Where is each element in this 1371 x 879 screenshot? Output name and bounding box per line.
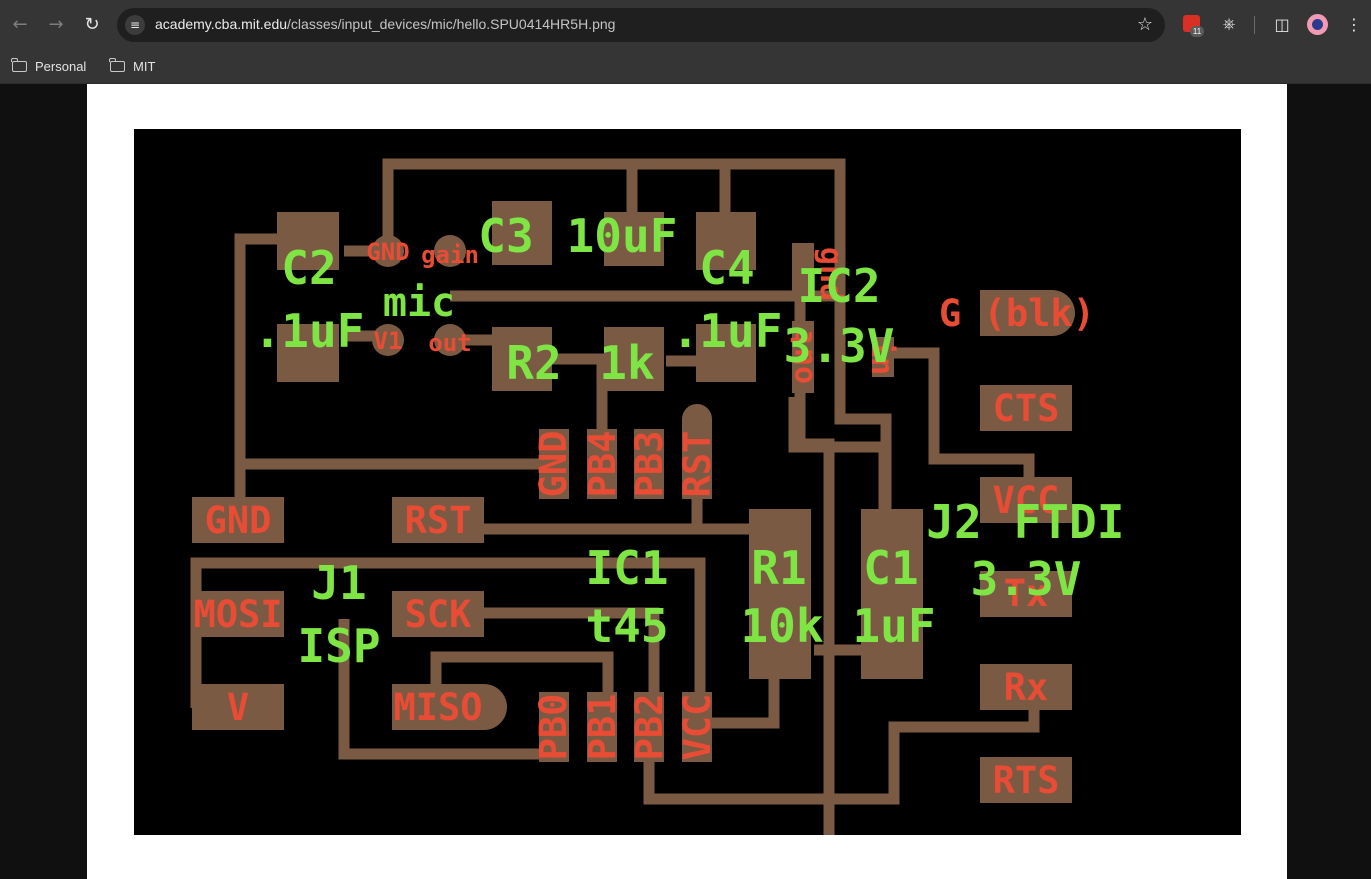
label-r2: R2 [506, 336, 561, 390]
bookmark-label: MIT [133, 58, 156, 74]
pcb-image: GND RST MOSI SCK V MISO CTS VCC Tx Rx RT… [134, 129, 1241, 835]
extensions-puzzle-icon[interactable]: ⎈ [1218, 13, 1240, 35]
bookmark-personal[interactable]: Personal [11, 55, 87, 77]
label-j2-value: FTDI [1014, 495, 1125, 549]
label-c1: C1 [863, 541, 918, 595]
label-mic: mic [383, 280, 455, 326]
label-c2: C2 [281, 241, 336, 295]
url-text[interactable]: academy.cba.mit.edu/classes/input_device… [155, 16, 615, 32]
site-info-icon[interactable]: ≡ [125, 15, 145, 35]
forward-arrow-icon[interactable]: → [44, 12, 68, 36]
label-gnd: GND [205, 499, 272, 542]
label-ic1-gnd: GND [532, 431, 575, 498]
profile-avatar-icon[interactable] [1307, 14, 1328, 35]
toolbar-divider [1254, 16, 1255, 34]
page-viewport: GND RST MOSI SCK V MISO CTS VCC Tx Rx RT… [0, 84, 1371, 879]
label-j1-value: ISP [297, 619, 380, 673]
label-r2-value: 1k [599, 336, 654, 390]
folder-icon [109, 57, 125, 72]
reload-icon[interactable]: ↻ [80, 12, 104, 36]
label-mic-out: out [428, 329, 471, 357]
label-miso: MISO [393, 686, 482, 729]
label-j1: J1 [311, 556, 366, 610]
label-ic1-value: t45 [585, 599, 668, 653]
label-c3: C3 [478, 209, 533, 263]
label-r1-value: 10k [740, 599, 823, 653]
label-ic1-vcc: VCC [676, 694, 719, 761]
url-path: /classes/input_devices/mic/hello.SPU0414… [287, 16, 616, 32]
pcb-layout: GND RST MOSI SCK V MISO CTS VCC Tx Rx RT… [190, 158, 1125, 835]
image-page: GND RST MOSI SCK V MISO CTS VCC Tx Rx RT… [87, 84, 1287, 879]
label-r1: R1 [751, 541, 806, 595]
url-host: academy.cba.mit.edu [155, 16, 288, 32]
label-rx: Rx [1004, 666, 1049, 709]
bookmark-mit[interactable]: MIT [109, 55, 156, 77]
label-c2-value: .1uF [254, 304, 365, 358]
side-panel-icon[interactable]: ◫ [1271, 13, 1293, 35]
label-ic1-rst: RST [676, 431, 719, 498]
label-g-blk: G (blk) [939, 292, 1095, 335]
label-mic-v1: V1 [374, 327, 403, 355]
label-ic2: IC2 [797, 259, 880, 313]
label-ic1-pb0: PB0 [532, 694, 575, 761]
label-ic1-pb1: PB1 [581, 694, 624, 761]
label-c4: C4 [699, 241, 754, 295]
label-c4-value: .1uF [672, 304, 783, 358]
browser-toolbar: ← → ↻ ≡ academy.cba.mit.edu/classes/inpu… [0, 0, 1371, 48]
back-arrow-icon[interactable]: ← [8, 12, 32, 36]
label-j2-voltage: 3.3V [971, 552, 1082, 606]
label-v: V [227, 686, 249, 729]
label-cts: CTS [993, 387, 1060, 430]
address-bar[interactable]: ≡ academy.cba.mit.edu/classes/input_devi… [117, 8, 1165, 42]
label-rst: RST [405, 499, 472, 542]
label-c3-value: 10uF [567, 209, 678, 263]
bookmarks-bar: Personal MIT [0, 48, 1371, 84]
label-rts: RTS [993, 759, 1060, 802]
label-j2: J2 [926, 495, 981, 549]
calendar-badge: 11 [1190, 26, 1204, 37]
label-ic2-value: 3.3V [784, 319, 895, 373]
label-mic-gain: gain [421, 241, 479, 269]
bookmark-star-icon[interactable]: ☆ [1137, 14, 1153, 35]
folder-icon [11, 57, 27, 72]
pad-ic1-rst-round [682, 404, 712, 434]
label-c1-value: 1uF [852, 599, 935, 653]
label-ic1-pb2: PB2 [628, 694, 671, 761]
label-mosi: MOSI [193, 593, 282, 636]
label-ic1: IC1 [585, 541, 668, 595]
label-mic-gnd: GND [366, 238, 409, 266]
label-ic1-pb4: PB4 [581, 431, 624, 498]
bookmark-label: Personal [35, 58, 87, 74]
label-ic1-pb3: PB3 [628, 431, 671, 498]
menu-kebab-icon[interactable]: ⋮ [1343, 13, 1365, 35]
label-sck: SCK [405, 593, 473, 636]
